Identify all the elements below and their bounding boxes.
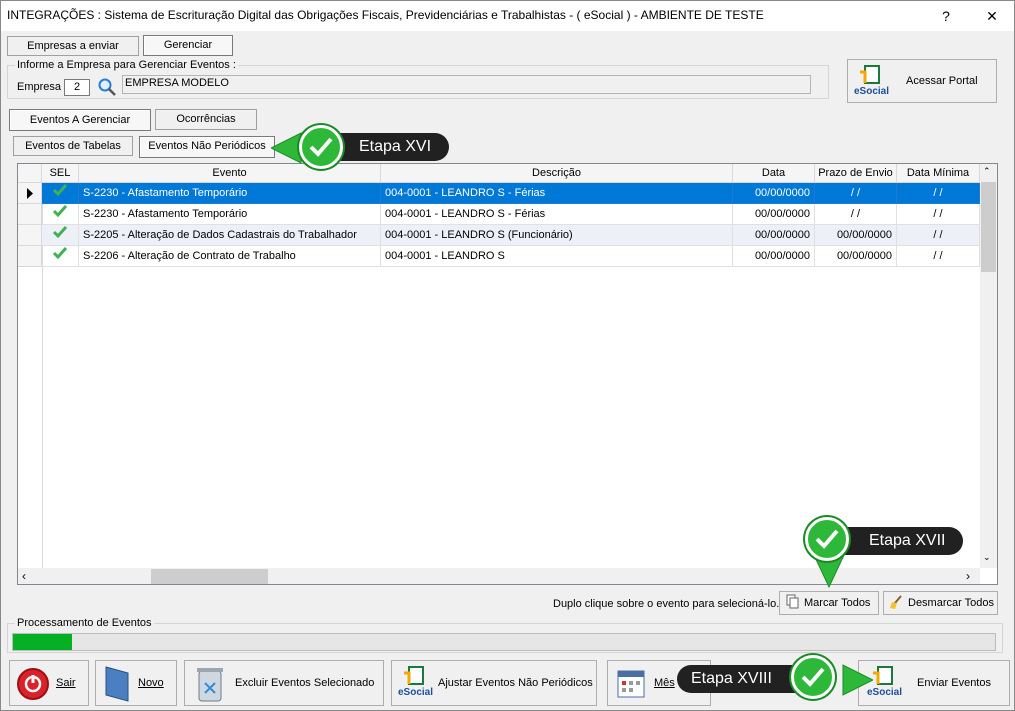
vertical-scroll-thumb[interactable]	[981, 182, 996, 272]
calendar-icon	[616, 667, 646, 702]
cell-prazo: 00/00/0000	[815, 246, 897, 267]
sair-label: Sair	[56, 677, 76, 689]
acessar-portal-button[interactable]: eSocial Acessar Portal	[847, 59, 997, 103]
table-row[interactable]: S-2206 - Alteração de Contrato de Trabal…	[18, 246, 980, 267]
callout-arrow-icon	[842, 664, 873, 696]
vertical-scrollbar[interactable]: ⌃ ⌄	[980, 164, 997, 568]
novo-button[interactable]: Novo	[95, 660, 177, 706]
col-header-descricao[interactable]: Descrição	[381, 164, 733, 183]
tab-gerenciar[interactable]: Gerenciar	[143, 35, 233, 56]
table-row[interactable]: S-2205 - Alteração de Dados Cadastrais d…	[18, 225, 980, 246]
tab-eventos-a-gerenciar[interactable]: Eventos A Gerenciar	[9, 109, 151, 131]
cell-descricao: 004-0001 - LEANDRO S	[381, 246, 733, 267]
help-button[interactable]: ?	[931, 5, 961, 27]
processing-progress-bar	[12, 633, 996, 651]
scroll-left-icon[interactable]: ‹	[22, 569, 26, 583]
esocial-logo-icon: eSocial	[398, 665, 434, 699]
grid-corner	[18, 164, 42, 183]
check-icon	[805, 517, 849, 561]
broom-icon	[889, 594, 905, 618]
tab-ocorrencias[interactable]: Ocorrências	[155, 109, 257, 130]
close-button[interactable]: ✕	[977, 5, 1007, 27]
cell-evento: S-2230 - Afastamento Temporário	[79, 204, 381, 225]
col-header-data-minima[interactable]: Data Mínima	[897, 164, 980, 183]
row-header	[18, 246, 42, 267]
tab-empresas-a-enviar[interactable]: Empresas a enviar	[7, 36, 139, 56]
copy-icon	[786, 594, 800, 618]
cell-data: 00/00/0000	[733, 204, 815, 225]
cell-data: 00/00/0000	[733, 183, 815, 204]
excluir-label: Excluir Eventos Selecionado	[235, 677, 375, 689]
row-header	[18, 225, 42, 246]
cell-data-minima: / /	[897, 204, 980, 225]
check-icon	[299, 125, 343, 169]
check-icon	[791, 655, 835, 699]
cell-data-minima: / /	[897, 246, 980, 267]
col-header-evento[interactable]: Evento	[79, 164, 381, 183]
cell-prazo: / /	[815, 204, 897, 225]
cell-evento: S-2230 - Afastamento Temporário	[79, 183, 381, 204]
search-icon[interactable]	[97, 77, 117, 97]
horizontal-scroll-thumb[interactable]	[151, 569, 268, 584]
row-check-icon[interactable]	[42, 204, 79, 225]
main-window: INTEGRAÇÕES : Sistema de Escrituração Di…	[0, 0, 1015, 711]
cell-prazo: / /	[815, 183, 897, 204]
window-title: INTEGRAÇÕES : Sistema de Escrituração Di…	[7, 8, 764, 22]
callout-label: Etapa XVII	[831, 527, 963, 555]
enviar-eventos-button[interactable]: eSocial Enviar Eventos	[858, 660, 1010, 706]
novo-label: Novo	[138, 677, 164, 689]
row-header	[18, 183, 42, 204]
tab-eventos-de-tabelas[interactable]: Eventos de Tabelas	[13, 136, 133, 156]
cell-descricao: 004-0001 - LEANDRO S (Funcionário)	[381, 225, 733, 246]
cell-data: 00/00/0000	[733, 225, 815, 246]
cell-prazo: 00/00/0000	[815, 225, 897, 246]
sair-button[interactable]: Sair	[9, 660, 89, 706]
cell-data-minima: / /	[897, 225, 980, 246]
row-check-icon[interactable]	[42, 225, 79, 246]
scroll-right-icon[interactable]: ›	[966, 569, 970, 583]
power-icon	[16, 667, 50, 704]
title-bar: INTEGRAÇÕES : Sistema de Escrituração Di…	[1, 1, 1014, 31]
cell-data: 00/00/0000	[733, 246, 815, 267]
esocial-logo-text: eSocial	[854, 86, 890, 97]
trash-icon	[195, 665, 225, 706]
processing-label: Processamento de Eventos	[15, 617, 154, 629]
row-check-icon[interactable]	[42, 183, 79, 204]
cell-descricao: 004-0001 - LEANDRO S - Férias	[381, 204, 733, 225]
company-label: Empresa	[17, 81, 62, 93]
marcar-todos-label: Marcar Todos	[804, 597, 871, 609]
row-header	[18, 204, 42, 225]
cell-descricao: 004-0001 - LEANDRO S - Férias	[381, 183, 733, 204]
hint-text: Duplo clique sobre o evento para selecio…	[553, 598, 780, 610]
col-header-data[interactable]: Data	[733, 164, 815, 183]
company-code-input[interactable]: 2	[64, 79, 90, 96]
ajustar-label: Ajustar Eventos Não Periódicos	[438, 677, 593, 689]
desmarcar-todos-button[interactable]: Desmarcar Todos	[883, 591, 998, 615]
row-check-icon[interactable]	[42, 246, 79, 267]
excluir-eventos-button[interactable]: Excluir Eventos Selecionado	[184, 660, 384, 706]
esocial-logo-text: eSocial	[398, 687, 434, 698]
esocial-logo-icon: eSocial	[854, 64, 890, 98]
table-row[interactable]: S-2230 - Afastamento Temporário 004-0001…	[18, 204, 980, 225]
marcar-todos-button[interactable]: Marcar Todos	[779, 591, 879, 615]
scroll-up-icon[interactable]: ⌃	[983, 166, 991, 177]
company-name-field: EMPRESA MODELO	[122, 75, 811, 94]
door-icon	[104, 665, 130, 706]
mes-label: Mês	[654, 677, 675, 689]
ajustar-eventos-button[interactable]: eSocial Ajustar Eventos Não Periódicos	[391, 660, 597, 706]
tab-eventos-nao-periodicos[interactable]: Eventos Não Periódicos	[139, 136, 275, 158]
col-header-sel[interactable]: SEL	[42, 164, 79, 183]
events-grid[interactable]: SEL Evento Descrição Data Prazo de Envio…	[17, 163, 998, 585]
cell-evento: S-2206 - Alteração de Contrato de Trabal…	[79, 246, 381, 267]
cell-data-minima: / /	[897, 183, 980, 204]
progress-fill	[13, 634, 72, 650]
acessar-portal-label: Acessar Portal	[906, 75, 978, 87]
enviar-eventos-label: Enviar Eventos	[917, 677, 991, 689]
desmarcar-todos-label: Desmarcar Todos	[908, 597, 994, 609]
table-row[interactable]: S-2230 - Afastamento Temporário 004-0001…	[18, 183, 980, 204]
col-header-prazo[interactable]: Prazo de Envio	[815, 164, 897, 183]
cell-evento: S-2205 - Alteração de Dados Cadastrais d…	[79, 225, 381, 246]
company-group-label: Informe a Empresa para Gerenciar Eventos…	[15, 59, 238, 71]
scroll-down-icon[interactable]: ⌄	[983, 552, 991, 563]
